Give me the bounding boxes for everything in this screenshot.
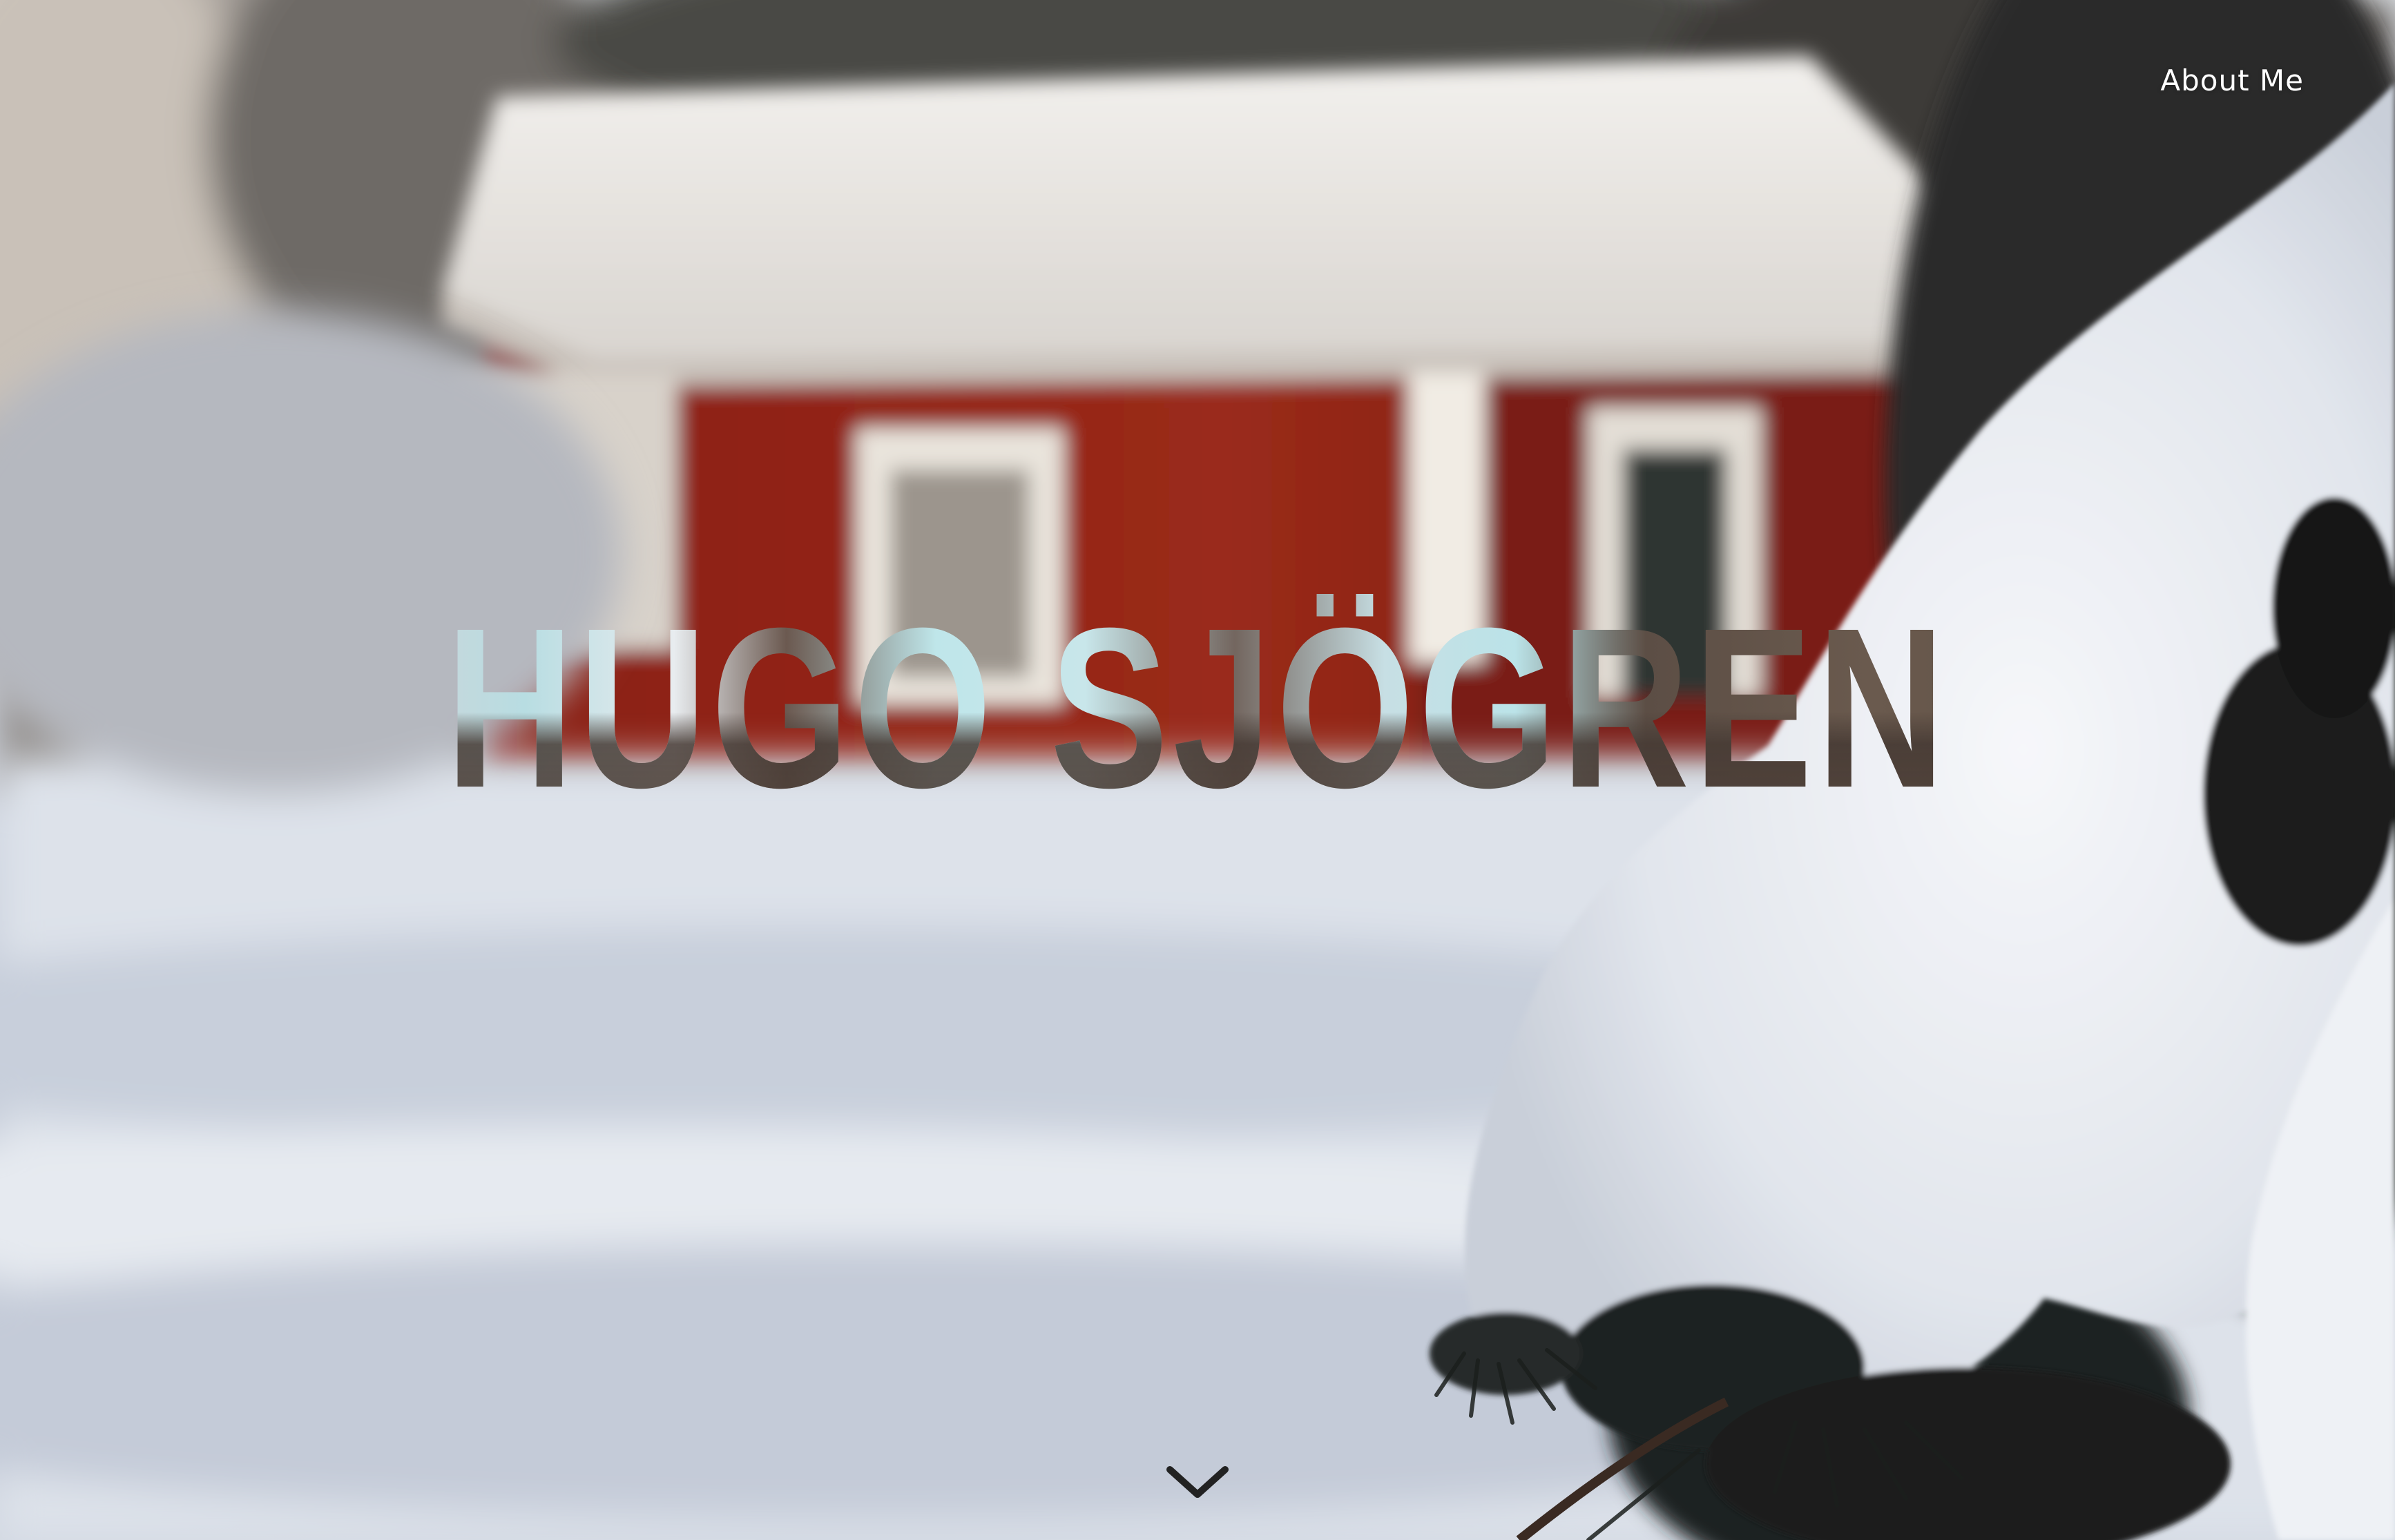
chevron-down-icon xyxy=(1166,1466,1229,1498)
scroll-down-button[interactable] xyxy=(1163,1457,1232,1505)
about-me-link[interactable]: About Me xyxy=(2160,64,2304,97)
hero-title: HUGO SJÖGREN xyxy=(263,594,2131,822)
hero-section: About Me HUGO SJÖGREN HUGO SJÖGREN xyxy=(0,0,2395,1540)
